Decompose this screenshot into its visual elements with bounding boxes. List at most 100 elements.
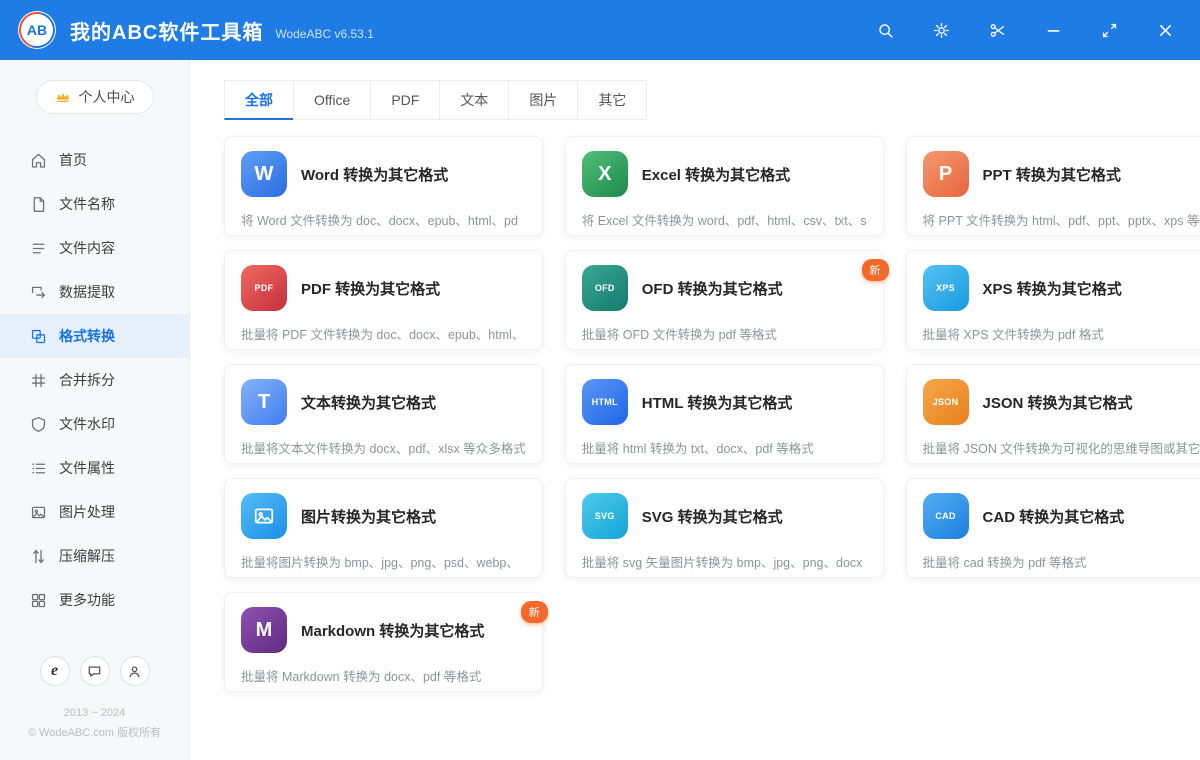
tool-card-word[interactable]: W Word 转换为其它格式 将 Word 文件转换为 doc、docx、epu… <box>224 136 543 236</box>
card-title: Word 转换为其它格式 <box>301 166 449 184</box>
compress-icon <box>33 549 44 563</box>
card-desc: 批量将文本文件转换为 docx、pdf、xlsx 等众多格式 <box>241 442 526 456</box>
sidebar-item-format-convert[interactable]: 格式转换 <box>0 314 189 358</box>
tool-card-svg[interactable]: SVG SVG 转换为其它格式 批量将 svg 矢量图片转换为 bmp、jpg、… <box>564 478 884 578</box>
scissors-icon[interactable] <box>989 22 1006 39</box>
tab-other[interactable]: 其它 <box>577 80 648 120</box>
new-badge: 新 <box>861 259 889 281</box>
card-desc: 批量将 cad 转换为 pdf 等格式 <box>922 556 1087 570</box>
copyright-years: 2013 ~ 2024 <box>63 707 126 720</box>
minimize-icon[interactable] <box>1045 22 1062 39</box>
card-desc: 将 Word 文件转换为 doc、docx、epub、html、pd <box>241 214 518 228</box>
tab-office[interactable]: Office <box>293 80 372 120</box>
more-icon <box>31 593 46 607</box>
ppt-icon: P <box>921 149 970 199</box>
card-desc: 将 Excel 文件转换为 word、pdf、html、csv、txt、s <box>581 214 867 228</box>
sidebar-item-label: 格式转换 <box>59 328 115 344</box>
settings-gear-icon[interactable] <box>933 22 950 39</box>
profile-center-button[interactable]: 个人中心 <box>35 80 154 114</box>
tool-card-markdown[interactable]: 新 M Markdown 转换为其它格式 批量将 Markdown 转换为 do… <box>224 592 548 692</box>
tab-image[interactable]: 图片 <box>508 80 579 120</box>
sidebar-item-label: 数据提取 <box>59 284 115 300</box>
titlebar-actions <box>877 22 1174 39</box>
sidebar-item-home[interactable]: 首页 <box>0 138 189 182</box>
sidebar-item-properties[interactable]: 文件属性 <box>0 446 189 490</box>
tab-all[interactable]: 全部 <box>224 80 294 120</box>
card-title: PPT 转换为其它格式 <box>982 166 1121 184</box>
sidebar-item-label: 文件水印 <box>59 416 115 432</box>
word-icon: W <box>239 149 289 199</box>
merge-split-icon <box>31 373 46 387</box>
sidebar-item-data-extract[interactable]: 数据提取 <box>0 270 189 314</box>
watermark-icon <box>31 416 46 432</box>
tab-text[interactable]: 文本 <box>439 80 510 120</box>
tool-card-json[interactable]: JSON JSON 转换为其它格式 批量将 JSON 文件转换为可视化的思维导图… <box>905 364 1200 464</box>
file-name-icon <box>33 196 45 212</box>
sidebar-item-label: 图片处理 <box>59 504 115 520</box>
image-process-icon <box>31 506 46 518</box>
content-area: 全部 Office PDF 文本 图片 其它 W Word 转换为其它格式 将 … <box>190 60 1200 760</box>
browser-icon[interactable]: e <box>39 656 70 687</box>
app-version: WodeABC v6.53.1 <box>275 26 374 41</box>
card-desc: 批量将 XPS 文件转换为 pdf 格式 <box>922 328 1104 342</box>
cad-icon: CAD <box>921 491 970 541</box>
resize-icon[interactable] <box>1101 22 1118 39</box>
sidebar-item-merge-split[interactable]: 合并拆分 <box>0 358 189 402</box>
card-desc: 将 PPT 文件转换为 html、pdf、ppt、pptx、xps 等格式 <box>922 214 1200 228</box>
main-area: 个人中心 首页 文件名称 文件内容 数据提取 格式转换 合并拆分 文件水印 文件… <box>0 60 1200 760</box>
sidebar: 个人中心 首页 文件名称 文件内容 数据提取 格式转换 合并拆分 文件水印 文件… <box>0 60 190 760</box>
sidebar-item-label: 压缩解压 <box>59 548 115 564</box>
profile-center-label: 个人中心 <box>78 89 135 105</box>
card-title: Markdown 转换为其它格式 <box>301 622 485 640</box>
sidebar-item-image-process[interactable]: 图片处理 <box>0 490 189 534</box>
file-content-icon <box>32 243 45 253</box>
chat-icon[interactable] <box>79 656 110 687</box>
tool-card-ppt[interactable]: P PPT 转换为其它格式 将 PPT 文件转换为 html、pdf、ppt、p… <box>905 136 1200 236</box>
html-icon: HTML <box>580 377 630 427</box>
close-icon[interactable] <box>1157 22 1174 39</box>
card-title: CAD 转换为其它格式 <box>982 508 1125 526</box>
card-title: PDF 转换为其它格式 <box>301 280 441 298</box>
tool-card-ofd[interactable]: 新 OFD OFD 转换为其它格式 批量将 OFD 文件转换为 pdf 等格式 <box>564 250 889 350</box>
card-desc: 批量将 svg 矢量图片转换为 bmp、jpg、png、docx <box>581 556 863 570</box>
card-desc: 批量将图片转换为 bmp、jpg、png、psd、webp、 <box>241 556 519 570</box>
contact-icon[interactable] <box>119 656 150 687</box>
tool-card-html[interactable]: HTML HTML 转换为其它格式 批量将 html 转换为 txt、docx、… <box>564 364 884 464</box>
sidebar-item-label: 合并拆分 <box>59 372 115 388</box>
card-desc: 批量将 html 转换为 txt、docx、pdf 等格式 <box>581 442 814 456</box>
card-title: OFD 转换为其它格式 <box>641 280 783 298</box>
sidebar-item-compress[interactable]: 压缩解压 <box>0 534 189 578</box>
tool-card-xps[interactable]: XPS XPS 转换为其它格式 批量将 XPS 文件转换为 pdf 格式 <box>905 250 1200 350</box>
search-icon[interactable] <box>877 22 894 39</box>
tool-card-grid: W Word 转换为其它格式 将 Word 文件转换为 doc、docx、epu… <box>224 136 1200 692</box>
xps-icon: XPS <box>921 263 970 313</box>
sidebar-item-file-name[interactable]: 文件名称 <box>0 182 189 226</box>
sidebar-item-label: 文件属性 <box>59 460 115 476</box>
card-title: 图片转换为其它格式 <box>301 508 437 526</box>
ofd-icon: OFD <box>580 263 630 313</box>
copyright-text: © WodeABC.com 版权所有 <box>27 727 162 740</box>
titlebar: AB 我的ABC软件工具箱 WodeABC v6.53.1 <box>0 0 1200 60</box>
sidebar-item-watermark[interactable]: 文件水印 <box>0 402 189 446</box>
card-title: XPS 转换为其它格式 <box>982 280 1122 298</box>
tool-card-excel[interactable]: X Excel 转换为其它格式 将 Excel 文件转换为 word、pdf、h… <box>564 136 884 236</box>
card-title: HTML 转换为其它格式 <box>641 394 793 412</box>
tool-card-text[interactable]: T 文本转换为其它格式 批量将文本文件转换为 docx、pdf、xlsx 等众多… <box>224 364 543 464</box>
properties-icon <box>32 462 46 474</box>
tool-card-pdf[interactable]: PDF PDF 转换为其它格式 批量将 PDF 文件转换为 doc、docx、e… <box>224 250 543 350</box>
tool-card-image[interactable]: 图片转换为其它格式 批量将图片转换为 bmp、jpg、png、psd、webp、 <box>224 478 543 578</box>
app-title: 我的ABC软件工具箱 <box>70 21 264 44</box>
card-desc: 批量将 Markdown 转换为 docx、pdf 等格式 <box>241 670 482 684</box>
sidebar-menu: 首页 文件名称 文件内容 数据提取 格式转换 合并拆分 文件水印 文件属性 图片… <box>0 138 189 622</box>
sidebar-item-more[interactable]: 更多功能 <box>0 578 189 622</box>
new-badge: 新 <box>520 601 548 623</box>
tool-card-cad[interactable]: CAD CAD 转换为其它格式 批量将 cad 转换为 pdf 等格式 <box>905 478 1200 578</box>
app-logo: AB <box>18 11 56 49</box>
home-icon <box>31 153 46 168</box>
sidebar-item-file-content[interactable]: 文件内容 <box>0 226 189 270</box>
format-convert-icon <box>31 329 46 343</box>
json-icon: JSON <box>921 377 970 427</box>
tab-pdf[interactable]: PDF <box>370 80 441 120</box>
logo-text: AB <box>26 22 48 38</box>
image-icon <box>239 491 289 541</box>
